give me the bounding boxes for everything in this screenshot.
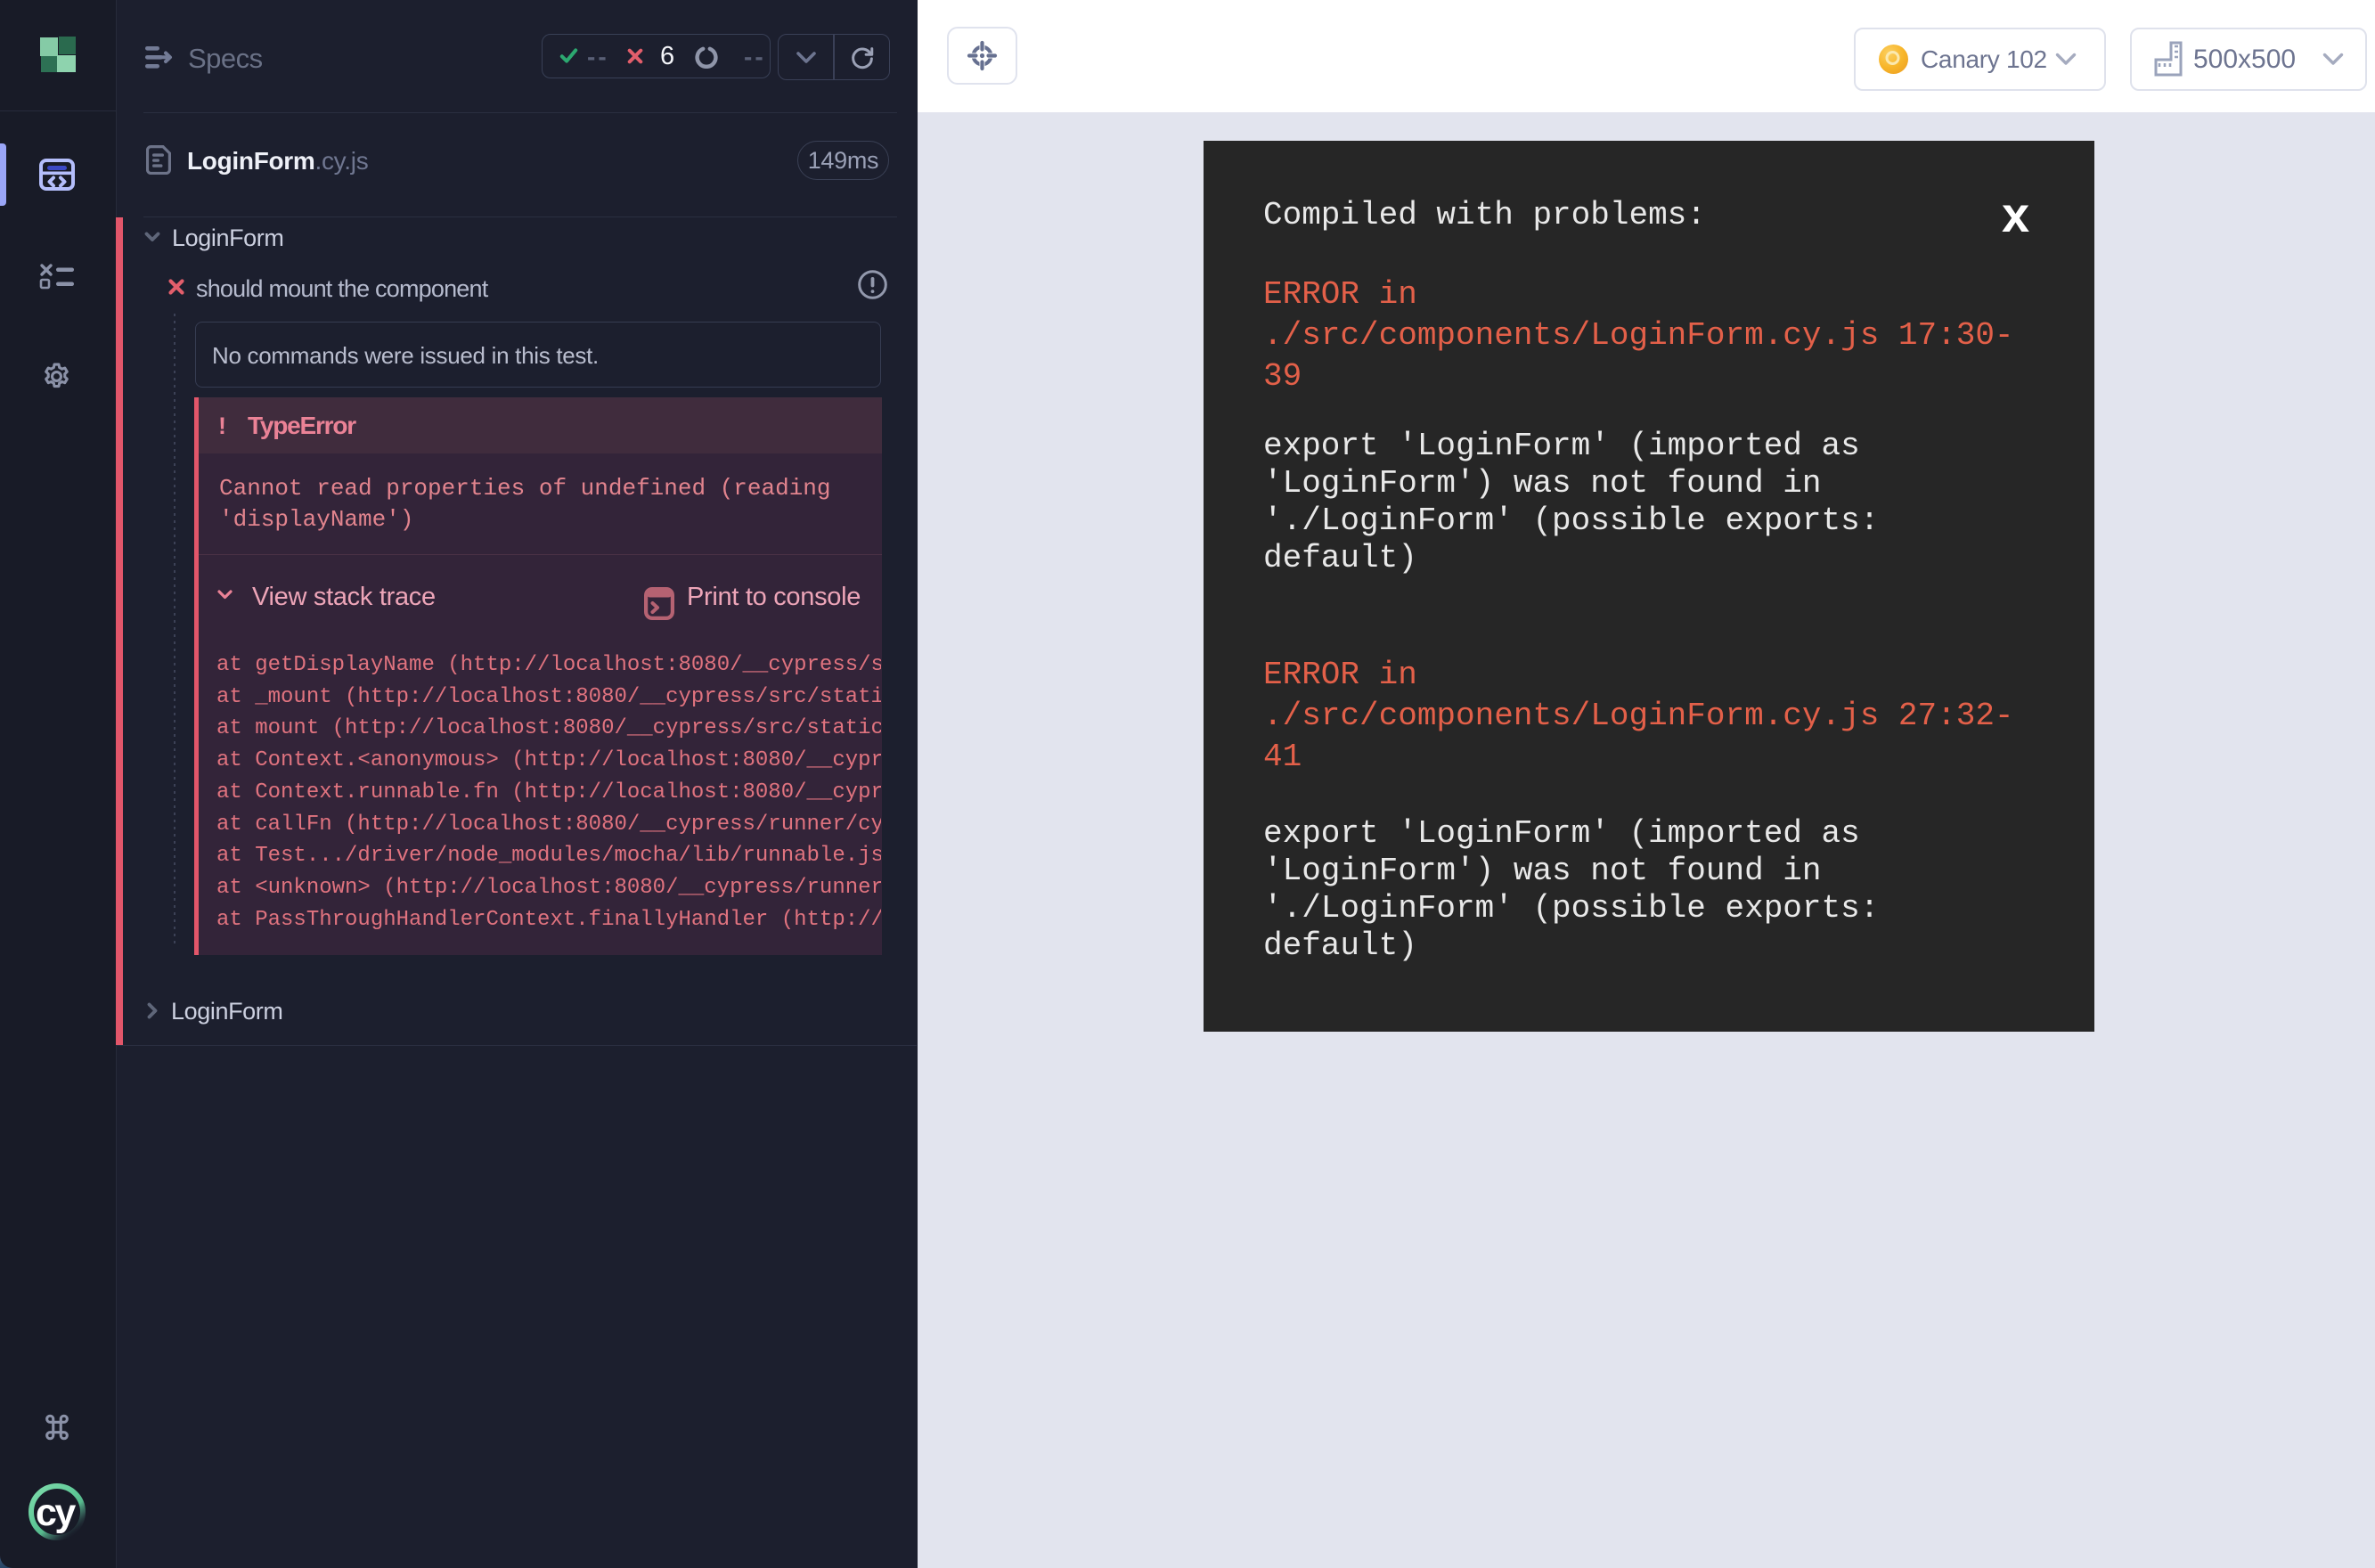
svg-text:cy: cy bbox=[36, 1491, 76, 1534]
